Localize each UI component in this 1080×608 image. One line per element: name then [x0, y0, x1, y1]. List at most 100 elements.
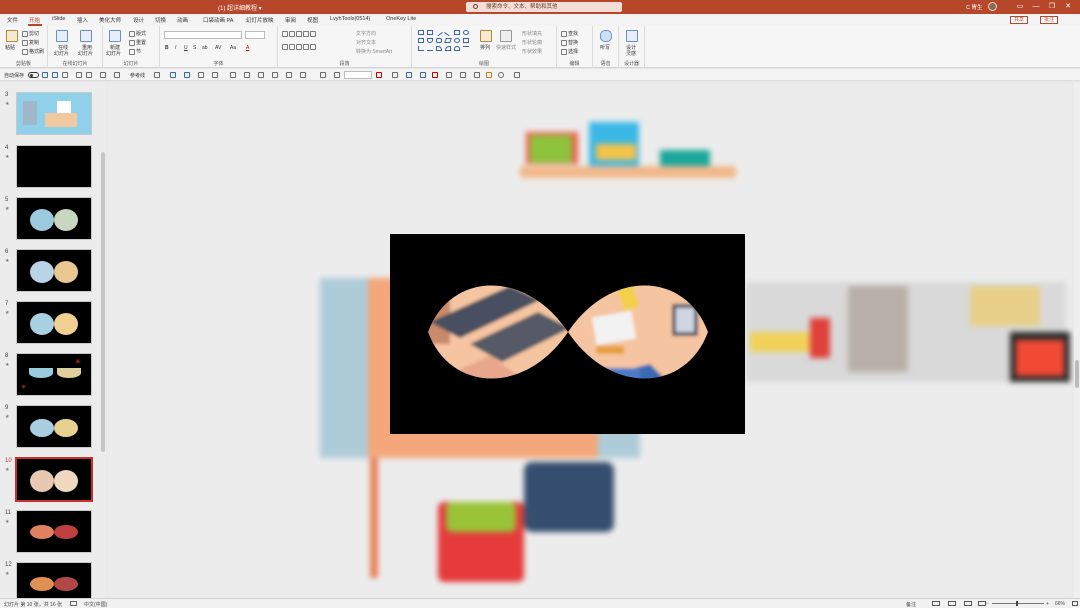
- present-online-icon[interactable]: [56, 30, 68, 42]
- group-icon[interactable]: [198, 72, 204, 78]
- tab-animations[interactable]: 动画: [177, 16, 188, 24]
- shape-icon[interactable]: [230, 72, 236, 78]
- zoom-level[interactable]: 66%: [1055, 601, 1065, 607]
- reuse-slides-icon[interactable]: [80, 30, 92, 42]
- font-name-dropdown[interactable]: [164, 31, 242, 39]
- zoom-out-button[interactable]: −: [986, 601, 989, 607]
- union-icon[interactable]: [258, 72, 264, 78]
- user-name[interactable]: C 胃生: [966, 3, 983, 11]
- language-indicator[interactable]: 中文(中国): [84, 601, 107, 608]
- search-box[interactable]: 搜索命令、文本、帮助和其他: [466, 2, 622, 12]
- pen-icon[interactable]: [474, 72, 480, 78]
- customize-qat-icon[interactable]: [526, 72, 532, 78]
- fit-to-window-icon[interactable]: [1072, 601, 1078, 606]
- ribbon-display-options-button[interactable]: ▭: [1014, 2, 1026, 12]
- bullets-button[interactable]: [282, 31, 317, 37]
- table-icon[interactable]: [114, 72, 120, 78]
- flip-icon[interactable]: [334, 72, 340, 78]
- slide-thumbnail[interactable]: 4 ★: [0, 145, 100, 193]
- autosave-toggle[interactable]: [28, 72, 39, 78]
- more-icon[interactable]: [514, 72, 520, 78]
- accessibility-icon[interactable]: [70, 601, 77, 606]
- quick-styles-button[interactable]: 快速样式: [496, 44, 516, 51]
- replace-button[interactable]: 替换: [561, 39, 578, 46]
- slide-thumbnail[interactable]: 6 ★: [0, 249, 100, 297]
- fragment-icon[interactable]: [300, 72, 306, 78]
- wave-shape-icon[interactable]: [454, 46, 460, 51]
- copy-icon[interactable]: [52, 72, 58, 78]
- subtract-icon[interactable]: [286, 72, 292, 78]
- editor-vertical-scrollbar[interactable]: [1074, 82, 1080, 598]
- select-button[interactable]: 选择: [561, 48, 578, 55]
- close-button[interactable]: ✕: [1062, 2, 1074, 12]
- rectangle-shape-icon[interactable]: [418, 30, 424, 35]
- square-shape-icon[interactable]: [418, 38, 424, 43]
- crop-icon[interactable]: [154, 72, 160, 78]
- new-slide-icon[interactable]: [109, 30, 121, 42]
- tab-onekey-lite[interactable]: OneKey Lite: [386, 16, 416, 22]
- document-title[interactable]: (1) 超详细教程 ▾: [218, 3, 262, 12]
- bold-button[interactable]: B: [165, 45, 169, 51]
- tab-beautify-master[interactable]: 美化大师: [99, 16, 121, 24]
- tab-slideshow[interactable]: 幻灯片放映: [246, 16, 274, 24]
- character-spacing-button[interactable]: AV: [215, 45, 221, 51]
- thumbnails-scrollbar[interactable]: [101, 152, 105, 452]
- eyedropper-icon[interactable]: [460, 72, 466, 78]
- tab-lvyhtools[interactable]: LvyhTools(0514): [330, 16, 370, 22]
- minimize-button[interactable]: —: [1030, 2, 1042, 12]
- quick-styles-icon[interactable]: [500, 30, 512, 42]
- merge-shapes-icon[interactable]: [244, 72, 250, 78]
- tab-islide[interactable]: iSlide: [52, 16, 65, 22]
- shape-effects-button[interactable]: 形状效果: [522, 48, 542, 55]
- line-shape-icon[interactable]: [435, 28, 443, 37]
- avatar[interactable]: [988, 2, 997, 11]
- grid-icon[interactable]: [100, 72, 106, 78]
- font-size-dropdown[interactable]: [245, 31, 265, 39]
- arrange-icon[interactable]: [480, 30, 492, 42]
- rotate-icon[interactable]: [320, 72, 326, 78]
- font-color-button[interactable]: A: [246, 45, 249, 51]
- emoji-icon[interactable]: [498, 72, 504, 78]
- convert-smartart-button[interactable]: 转换为 SmartArt: [356, 48, 392, 55]
- zoom-slider-track[interactable]: [992, 603, 1044, 604]
- slideshow-view-icon[interactable]: [978, 601, 986, 606]
- picture-icon[interactable]: [406, 72, 412, 78]
- strikethrough-button[interactable]: ab: [202, 45, 208, 51]
- tab-view[interactable]: 视图: [307, 16, 318, 24]
- format-icon[interactable]: [446, 72, 452, 78]
- redo-icon[interactable]: [76, 72, 82, 78]
- size-box[interactable]: [344, 71, 372, 79]
- find-button[interactable]: 查找: [561, 30, 578, 37]
- share-button[interactable]: 共享: [1010, 16, 1029, 24]
- tab-transitions[interactable]: 切换: [155, 16, 166, 24]
- animation-icon[interactable]: [420, 72, 426, 78]
- text-direction-button[interactable]: 文字方向: [356, 30, 376, 37]
- underline-button[interactable]: U: [184, 45, 188, 51]
- ungroup-icon[interactable]: [212, 72, 218, 78]
- shadow-button[interactable]: S: [193, 45, 196, 51]
- reading-view-icon[interactable]: [964, 601, 972, 606]
- design-ideas-icon[interactable]: [626, 30, 638, 42]
- notes-button[interactable]: 备注: [906, 601, 916, 608]
- zoom-in-button[interactable]: +: [1046, 601, 1049, 607]
- fill-color-icon[interactable]: [376, 72, 382, 78]
- slideshow-icon[interactable]: [86, 72, 92, 78]
- record-icon[interactable]: [432, 72, 438, 78]
- zoom-slider-knob[interactable]: [1016, 601, 1018, 606]
- scrollbar-thumb[interactable]: [1075, 360, 1079, 388]
- rounded-rect-shape-icon[interactable]: [436, 38, 442, 43]
- copy-button[interactable]: 复制: [22, 39, 39, 46]
- tab-review[interactable]: 审阅: [285, 16, 296, 24]
- format-painter-button[interactable]: 格式刷: [22, 48, 44, 55]
- restore-button[interactable]: ❐: [1046, 2, 1058, 12]
- tab-pocket-animation[interactable]: 口袋动画 PA: [203, 16, 233, 24]
- paste-button[interactable]: 粘贴: [5, 44, 15, 51]
- triangle-shape-icon[interactable]: [427, 38, 433, 43]
- current-slide[interactable]: [390, 234, 745, 434]
- oval-shape-icon[interactable]: [463, 30, 469, 35]
- intersect-icon[interactable]: [272, 72, 278, 78]
- paste-icon[interactable]: [6, 30, 18, 42]
- normal-view-icon[interactable]: [932, 601, 940, 606]
- slide-thumbnail[interactable]: 5 ★: [0, 197, 100, 245]
- cut-button[interactable]: 剪切: [22, 30, 39, 37]
